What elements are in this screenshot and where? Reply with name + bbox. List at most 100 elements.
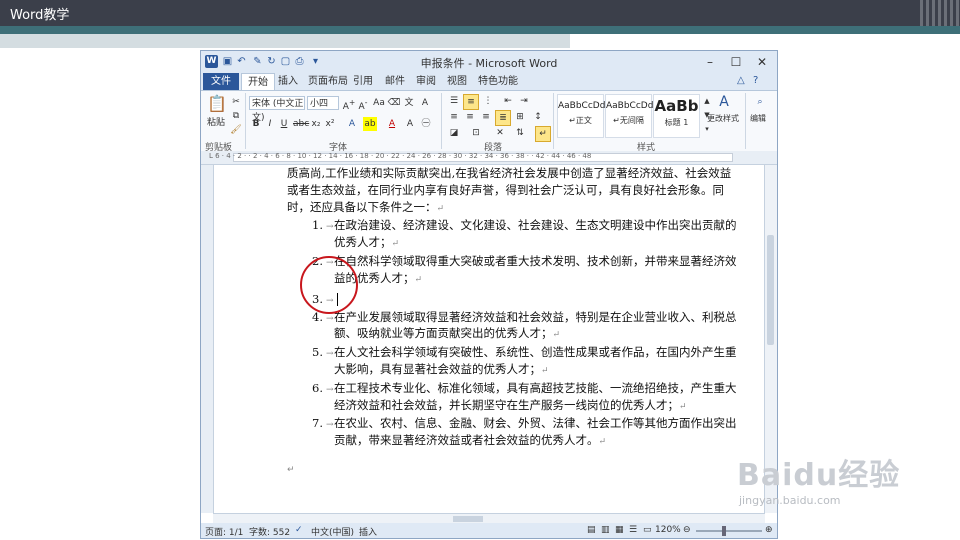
proofing-icon[interactable]: ✓ (295, 525, 303, 535)
font-color-icon[interactable]: A (385, 117, 399, 131)
slide-title: Word教学 (10, 8, 70, 23)
chinese-layout-icon[interactable]: ✕ (493, 126, 507, 140)
decrease-indent-icon[interactable]: ⇤ (501, 94, 515, 108)
list-item[interactable]: 7. → 在农业、农村、信息、金融、财会、外贸、法律、社会工作等其他方面作出突出贡献… (287, 415, 742, 451)
show-marks-icon[interactable]: ↵ (535, 126, 551, 142)
vertical-ruler[interactable] (201, 165, 214, 513)
cut-icon[interactable]: ✂ (229, 95, 243, 109)
enclose-character-icon[interactable]: ㊀ (419, 117, 433, 131)
list-item[interactable]: 1. → 在政治建设、经济建设、文化建设、社会建设、生态文明建设中作出突出贡献的优秀… (287, 217, 742, 253)
list-item[interactable]: 4. → 在产业发展领域取得显著经济效益和社会效益，特别是在企业营业收入、利税总额、… (287, 309, 742, 345)
style-name: ↵正文 (569, 116, 592, 125)
help-icon[interactable]: ? (753, 75, 758, 86)
justify-icon[interactable]: ≣ (495, 110, 511, 126)
language-indicator[interactable]: 中文(中国) (311, 525, 354, 538)
sort-icon[interactable]: ⇅ (513, 126, 527, 140)
tab-review[interactable]: 审阅 (410, 73, 442, 90)
align-right-icon[interactable]: ≡ (479, 110, 493, 124)
print-layout-view-icon[interactable]: ▤ (587, 525, 596, 535)
zoom-slider[interactable] (696, 530, 762, 532)
intro-paragraph[interactable]: 质高尚,工作业绩和实际贡献突出,在我省经济社会发展中创造了显著经济效益、社会效益… (287, 165, 742, 217)
style-heading-1[interactable]: AaBb 标题 1 (653, 94, 700, 138)
title-bar: W ▣ ↶ ✎ ↻ ▢ ⎙ ▾ 申报条件 - Microsoft Word – … (201, 51, 777, 73)
tab-arrow-icon: → (325, 349, 334, 360)
paragraph-mark-icon: ↵ (598, 437, 607, 448)
page-count[interactable]: 页面: 1/1 (205, 525, 243, 538)
change-case-icon[interactable]: Aa (372, 96, 386, 110)
superscript-icon[interactable]: x² (323, 117, 337, 131)
distributed-icon[interactable]: ⊞ (513, 110, 527, 124)
bullets-icon[interactable]: ☰ (447, 94, 461, 108)
style-sample: AaBbCcDd (606, 101, 654, 111)
bold-icon[interactable]: B (249, 117, 263, 131)
font-size-select[interactable]: 小四 (307, 96, 339, 110)
list-item-text: 在工程技术专业化、标准化领域，具有高超技艺技能、一流绝招绝技，产生重大经济效益和… (334, 380, 737, 412)
maximize-button[interactable]: ☐ (723, 52, 749, 72)
change-styles-label[interactable]: 更改样式 (707, 113, 739, 124)
clear-formatting-icon[interactable]: ⌫ (387, 96, 401, 110)
subscript-icon[interactable]: x₂ (309, 117, 323, 131)
underline-icon[interactable]: U (277, 117, 291, 131)
shrink-font-icon[interactable]: A- (356, 96, 370, 112)
edit-label[interactable]: 编辑 (750, 113, 766, 124)
tab-home[interactable]: 开始 (241, 73, 275, 90)
tab-file[interactable]: 文件 (203, 73, 239, 90)
grow-font-icon[interactable]: A+ (342, 96, 356, 112)
draft-view-icon[interactable]: ▭ (643, 525, 652, 535)
character-border-icon[interactable]: A (418, 96, 432, 110)
tab-arrow-icon: → (325, 384, 334, 395)
paste-icon[interactable]: 📋 (207, 94, 227, 114)
shading-icon[interactable]: ◪ (447, 126, 461, 140)
multilevel-list-icon[interactable]: ⋮ (481, 94, 495, 108)
collapse-ribbon-icon[interactable]: △ (737, 75, 745, 86)
zoom-level[interactable]: 120% (655, 525, 681, 535)
full-screen-view-icon[interactable]: ▥ (601, 525, 610, 535)
style-normal[interactable]: AaBbCcDd ↵正文 (557, 94, 605, 138)
italic-icon[interactable]: I (263, 117, 277, 131)
text-effects-icon[interactable]: A (345, 117, 359, 131)
zoom-slider-thumb[interactable] (722, 526, 726, 536)
style-no-spacing[interactable]: AaBbCcDd ↵无间隔 (605, 94, 654, 138)
scrollbar-thumb[interactable] (453, 516, 483, 522)
insert-mode[interactable]: 插入 (359, 525, 377, 538)
ribbon-tabs: 文件 开始 插入 页面布局 引用 邮件 审阅 视图 特色功能 △ ? (201, 73, 777, 90)
format-painter-icon[interactable]: 🖌 (229, 123, 243, 137)
font-name-select[interactable]: 宋体 (中文正文) (249, 96, 305, 123)
change-styles-icon[interactable]: A (717, 95, 731, 109)
character-shading-icon[interactable]: A (403, 117, 417, 131)
paragraph-mark-icon: ↵ (436, 203, 445, 214)
document-page[interactable]: 质高尚,工作业绩和实际贡献突出,在我省经济社会发展中创造了显著经济效益、社会效益… (214, 165, 765, 513)
increase-indent-icon[interactable]: ⇥ (517, 94, 531, 108)
styles-more-icon[interactable]: ▾ (700, 122, 714, 136)
tab-references[interactable]: 引用 (347, 73, 379, 90)
tab-mailings[interactable]: 邮件 (379, 73, 411, 90)
document-body[interactable]: 质高尚,工作业绩和实际贡献突出,在我省经济社会发展中创造了显著经济效益、社会效益… (287, 165, 742, 451)
word-count[interactable]: 字数: 552 (249, 525, 290, 538)
phonetic-guide-icon[interactable]: 文 (402, 96, 416, 110)
align-center-icon[interactable]: ≡ (463, 110, 477, 124)
copy-icon[interactable]: ⧉ (229, 109, 243, 123)
tab-insert[interactable]: 插入 (272, 73, 304, 90)
horizontal-ruler[interactable]: L 6 · 4 · 2 · · 2 · 4 · 6 · 8 · 10 · 12 … (201, 151, 777, 165)
find-icon[interactable]: ⌕ (753, 95, 767, 109)
tab-features[interactable]: 特色功能 (472, 73, 524, 90)
styles-scroll-up-icon[interactable]: ▲ (700, 94, 714, 108)
tab-view[interactable]: 视图 (441, 73, 473, 90)
status-bar: 页面: 1/1 字数: 552 ✓ 中文(中国) 插入 ▤ ▥ ▦ ☰ ▭ 12… (201, 523, 777, 538)
highlight-icon[interactable]: ab (363, 117, 377, 131)
strikethrough-icon[interactable]: abc (293, 117, 309, 131)
numbering-icon[interactable]: ≡ (463, 94, 479, 110)
align-left-icon[interactable]: ≡ (447, 110, 461, 124)
close-button[interactable]: ✕ (749, 52, 775, 72)
outline-view-icon[interactable]: ☰ (629, 525, 637, 535)
line-spacing-icon[interactable]: ↕ (531, 110, 545, 124)
paste-label[interactable]: 粘贴 (207, 115, 225, 128)
borders-icon[interactable]: ⊡ (469, 126, 483, 140)
list-item[interactable]: 5. → 在人文社会科学领域有突破性、系统性、创造性成果或者作品，在国内外产生重大影… (287, 344, 742, 380)
web-layout-view-icon[interactable]: ▦ (615, 525, 624, 535)
list-item[interactable]: 6. → 在工程技术专业化、标准化领域，具有高超技艺技能、一流绝招绝技，产生重大经济… (287, 380, 742, 416)
zoom-out-icon[interactable]: ⊖ (683, 525, 691, 535)
minimize-button[interactable]: – (697, 52, 723, 72)
scrollbar-thumb[interactable] (767, 235, 774, 345)
list-number: 6. → (312, 380, 334, 395)
